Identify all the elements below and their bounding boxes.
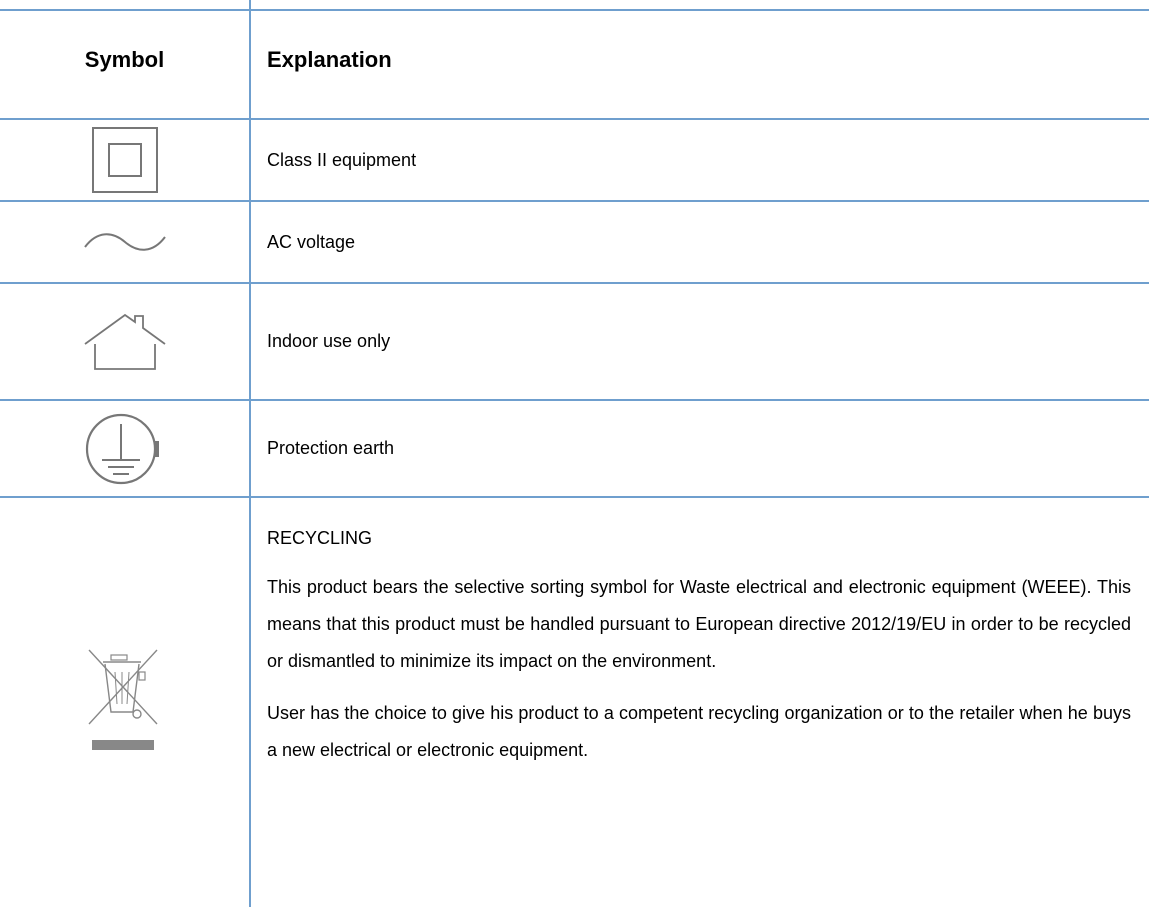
column-divider [249, 0, 251, 907]
symbol-cell [0, 119, 249, 201]
recycling-paragraph-1: This product bears the selective sorting… [267, 577, 1131, 671]
row-text: Protection earth [267, 438, 395, 458]
symbol-cell [0, 400, 249, 497]
table-row: AC voltage [0, 201, 1149, 283]
row-divider [0, 282, 1149, 284]
protection-earth-icon [85, 413, 159, 484]
row-divider [0, 496, 1149, 498]
table-row: Protection earth [0, 400, 1149, 497]
weee-crossed-bin-icon [87, 649, 158, 750]
explanation-cell: Class II equipment [267, 119, 1149, 201]
row-divider [0, 200, 1149, 202]
table-row: Class II equipment [0, 119, 1149, 201]
class-ii-equipment-icon [91, 127, 158, 193]
ac-voltage-icon [83, 233, 166, 251]
header-explanation-label: Explanation [267, 46, 392, 72]
header-explanation-cell: Explanation [267, 0, 1149, 119]
symbol-cell [0, 497, 249, 907]
header-symbol-label: Symbol [84, 46, 165, 72]
explanation-cell: AC voltage [267, 201, 1149, 283]
explanation-cell: Indoor use only [267, 283, 1149, 400]
row-text: Class II equipment [267, 149, 417, 170]
row-divider [0, 399, 1149, 401]
indoor-use-icon [83, 313, 166, 370]
symbols-table: Symbol Explanation Class II equipment AC… [0, 0, 1149, 907]
header-divider [0, 118, 1149, 120]
header-symbol-cell: Symbol [0, 0, 249, 119]
symbol-cell [0, 283, 249, 400]
table-top-border [0, 9, 1149, 11]
explanation-cell: Protection earth [267, 400, 1149, 497]
recycling-paragraph-2: User has the choice to give his product … [267, 703, 1131, 760]
recycling-title: RECYCLING [267, 528, 373, 548]
table-row: Indoor use only [0, 283, 1149, 400]
table-header-row: Symbol Explanation [0, 0, 1149, 119]
row-text: Indoor use only [267, 331, 391, 351]
symbol-cell [0, 201, 249, 283]
table-row: RECYCLING This product bears the selecti… [0, 497, 1149, 907]
recycling-explanation: RECYCLING This product bears the selecti… [267, 497, 1131, 769]
row-text: AC voltage [267, 231, 356, 252]
